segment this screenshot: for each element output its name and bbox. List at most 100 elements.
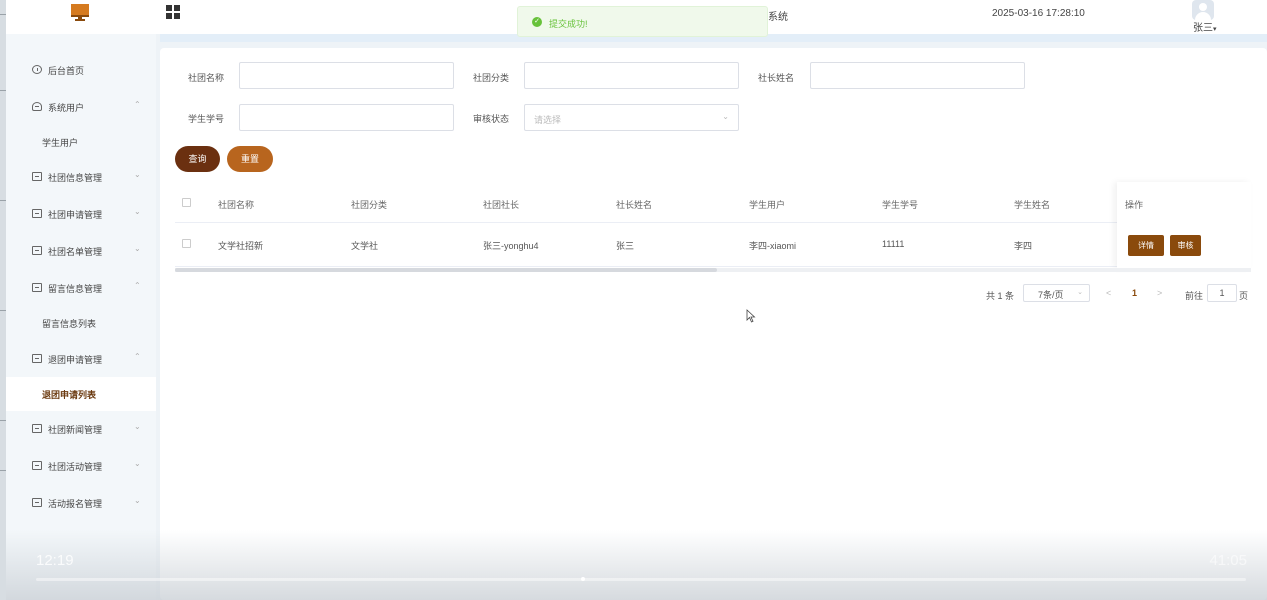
sidebar-item-club-info[interactable]: 社团信息管理 ⌄ [6, 160, 156, 194]
sidebar-subitem-student-users[interactable]: 学生用户 [6, 125, 156, 159]
category-cell: 文学社 [351, 241, 379, 251]
review-status-label: 审核状态 [473, 114, 510, 124]
page-suffix: 页 [1239, 291, 1249, 301]
query-button[interactable]: 查询 [175, 146, 220, 172]
club-name-cell: 文学社招新 [218, 241, 264, 251]
sidebar-item-club-news[interactable]: 社团新闻管理 ⌄ [6, 412, 156, 446]
sidebar-item-label: 系统用户 [48, 103, 85, 113]
detail-button[interactable]: 详情 [1128, 235, 1164, 256]
review-button[interactable]: 审核 [1170, 235, 1201, 256]
sidebar-item-label: 留言信息管理 [48, 284, 103, 294]
sidebar-item-label: 社团名单管理 [48, 247, 103, 257]
form-icon [32, 209, 42, 218]
row-checkbox[interactable] [182, 239, 191, 248]
table-scrollbar[interactable] [175, 268, 1251, 272]
check-circle-icon: ✓ [532, 17, 542, 27]
review-status-select[interactable]: 请选择 ⌄ [524, 104, 739, 131]
form-icon [32, 354, 42, 363]
sidebar-item-label: 社团活动管理 [48, 462, 103, 472]
user-icon [32, 102, 42, 111]
sidebar-item-club-applications[interactable]: 社团申请管理 ⌄ [6, 197, 156, 231]
sidebar-item-club-roster[interactable]: 社团名单管理 ⌄ [6, 234, 156, 268]
chevron-down-icon: ⌄ [134, 496, 141, 505]
sidebar-subitem-withdrawal-list[interactable]: 退团申请列表 [6, 377, 156, 411]
success-toast: ✓ 提交成功! [517, 6, 768, 37]
president-name-input[interactable] [810, 62, 1025, 89]
form-icon [32, 283, 42, 292]
withdrawal-table: 社团名称 社团分类 社团社长 社长姓名 学生用户 学生学号 学生姓名 文学社招新… [175, 182, 1251, 272]
pagination: 共 1 条 7条/页 ⌄ < 1 > 前往 1 页 [160, 284, 1260, 306]
total-time: 41:05 [1209, 552, 1247, 569]
table-header: 社团名称 社团分类 社团社长 社长姓名 学生用户 学生学号 学生姓名 [175, 182, 1251, 223]
form-icon [32, 172, 42, 181]
column-header: 学生学号 [882, 200, 919, 210]
club-name-label: 社团名称 [188, 73, 225, 83]
caret-down-icon: ▾ [1213, 26, 1217, 33]
user-dropdown[interactable]: 张三▾ [1186, 0, 1226, 34]
club-name-input[interactable] [239, 62, 454, 89]
toast-message: 提交成功! [549, 19, 588, 29]
student-no-label: 学生学号 [188, 114, 225, 124]
sidebar-item-club-activities[interactable]: 社团活动管理 ⌄ [6, 449, 156, 483]
form-icon [32, 246, 42, 255]
sidebar-item-label: 社团信息管理 [48, 173, 103, 183]
clock-icon [32, 65, 42, 74]
page-size-value: 7条/页 [1038, 290, 1064, 300]
chevron-down-icon: ⌄ [134, 422, 141, 431]
main-content: 社团名称 社团分类 社长姓名 学生学号 审核状态 请选择 ⌄ 查询 重置 社团名… [160, 48, 1267, 600]
president-name-cell: 张三 [616, 241, 635, 251]
menu-toggle-grid-icon[interactable] [166, 5, 180, 19]
goto-label: 前往 [1185, 291, 1204, 301]
current-datetime: 2025-03-16 17:28:10 [992, 8, 1085, 19]
chevron-down-icon: ⌄ [1077, 289, 1083, 296]
column-header: 社团分类 [351, 200, 388, 210]
column-header: 学生用户 [749, 200, 786, 210]
sidebar-subitem-message-list[interactable]: 留言信息列表 [6, 306, 156, 340]
column-header: 社团社长 [483, 200, 520, 210]
column-header: 社长姓名 [616, 200, 653, 210]
sidebar-item-messages[interactable]: 留言信息管理 ⌃ [6, 271, 156, 305]
club-category-label: 社团分类 [473, 73, 510, 83]
sidebar-item-label: 退团申请管理 [48, 355, 103, 365]
chevron-down-icon: ⌄ [134, 244, 141, 253]
avatar [1192, 0, 1214, 20]
select-all-checkbox[interactable] [182, 198, 191, 207]
sidebar-item-label: 学生用户 [42, 138, 79, 148]
progress-knob[interactable] [580, 577, 585, 581]
president-name-label: 社长姓名 [758, 73, 795, 83]
club-category-input[interactable] [524, 62, 739, 89]
sidebar-item-system-users[interactable]: 系统用户 ⌃ [6, 90, 156, 124]
column-header: 学生姓名 [1014, 200, 1051, 210]
sidebar-item-withdrawals[interactable]: 退团申请管理 ⌃ [6, 342, 156, 376]
chevron-up-icon: ⌃ [134, 100, 141, 109]
next-page-icon[interactable]: > [1157, 288, 1162, 298]
prev-page-icon[interactable]: < [1106, 288, 1111, 298]
sidebar-item-label: 社团申请管理 [48, 210, 103, 220]
video-player-overlay: 12:19 41:05 [6, 530, 1267, 600]
sidebar-item-label: 社团新闻管理 [48, 425, 103, 435]
column-header: 社团名称 [218, 200, 255, 210]
sidebar-item-label: 活动报名管理 [48, 499, 103, 509]
goto-page-input[interactable]: 1 [1207, 284, 1237, 302]
monitor-logo-icon [71, 4, 89, 21]
president-cell: 张三-yonghu4 [483, 241, 539, 251]
reset-button[interactable]: 重置 [227, 146, 273, 172]
chevron-down-icon: ⌄ [134, 459, 141, 468]
column-header: 操作 [1125, 200, 1144, 210]
student-name-cell: 李四 [1014, 241, 1033, 251]
chevron-up-icon: ⌃ [134, 281, 141, 290]
sidebar-item-home[interactable]: 后台首页 [6, 53, 156, 87]
operations-column: 操作 详情 审核 [1117, 182, 1251, 268]
sidebar-item-label: 后台首页 [48, 66, 85, 76]
chevron-up-icon: ⌃ [134, 352, 141, 361]
student-no-input[interactable] [239, 104, 454, 131]
page-size-select[interactable]: 7条/页 ⌄ [1023, 284, 1090, 302]
student-no-cell: 11111 [882, 239, 905, 249]
sidebar-item-activity-signups[interactable]: 活动报名管理 ⌄ [6, 486, 156, 520]
scrollbar-thumb[interactable] [175, 268, 717, 272]
form-icon [32, 461, 42, 470]
video-progress-bar[interactable] [36, 577, 1246, 581]
elapsed-time: 12:19 [36, 552, 74, 569]
page-number[interactable]: 1 [1132, 288, 1137, 298]
sidebar-item-label: 退团申请列表 [42, 390, 97, 400]
